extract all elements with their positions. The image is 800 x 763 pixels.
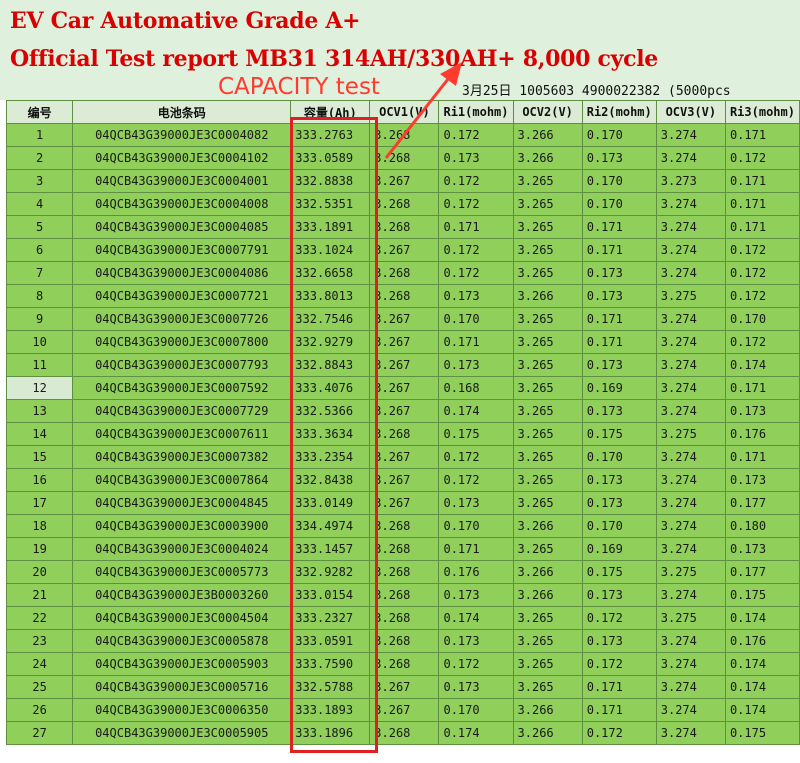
annotation-arrow-icon — [384, 62, 462, 159]
spreadsheet-view: EV Car Automative Grade A+ Official Test… — [0, 0, 800, 763]
